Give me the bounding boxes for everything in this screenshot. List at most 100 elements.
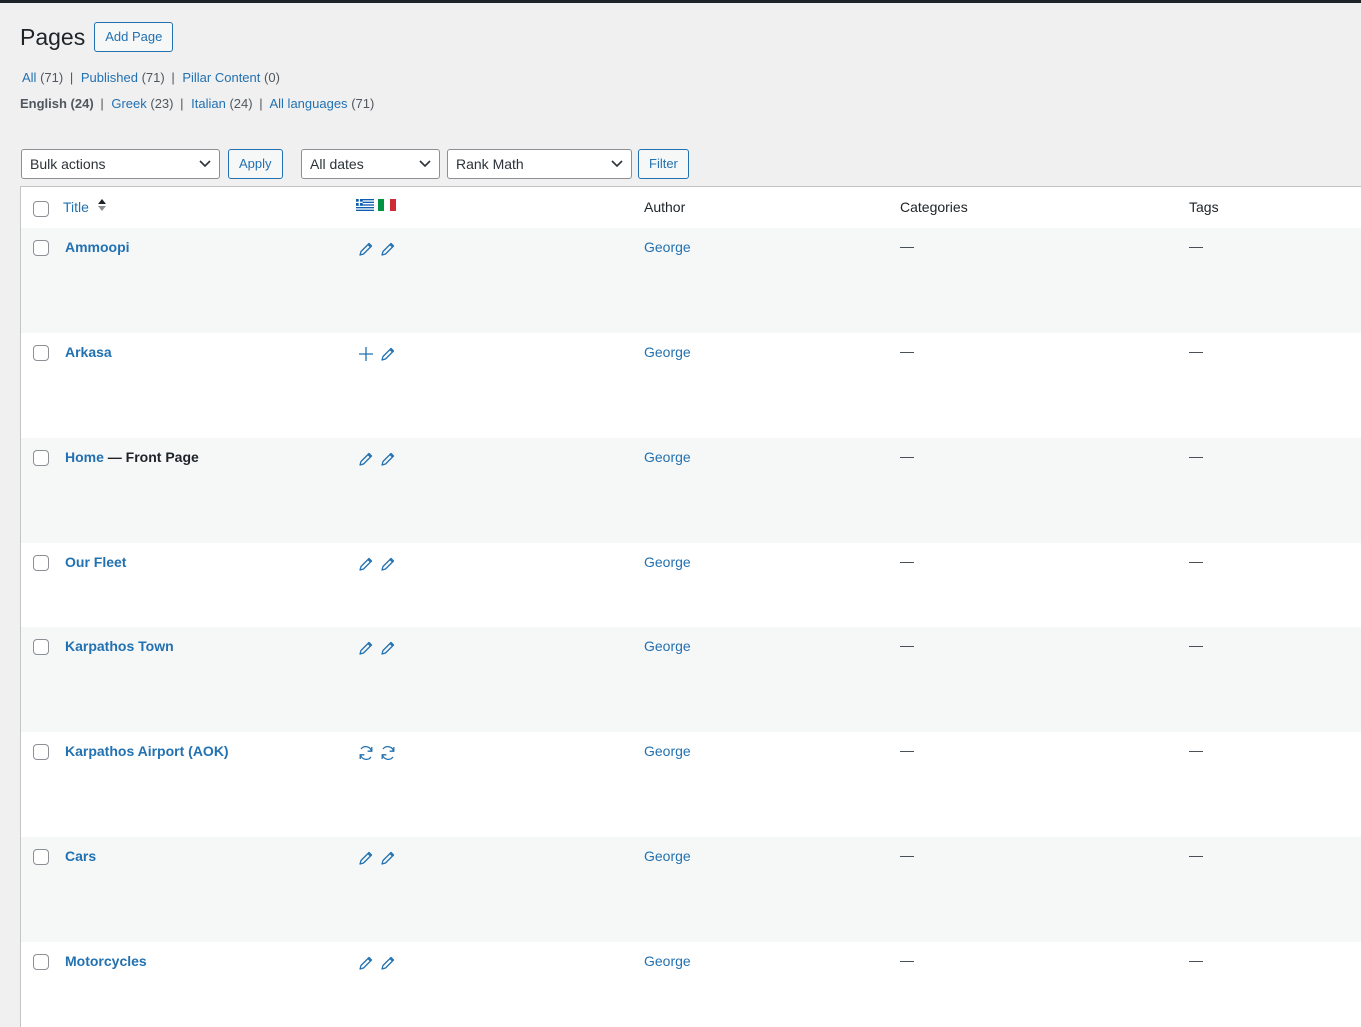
row-title: Cars <box>65 848 96 865</box>
row-author-link[interactable]: George <box>644 953 691 970</box>
row-title: Arkasa <box>65 344 112 361</box>
view-published[interactable]: Published <box>81 70 138 85</box>
greek-translation-pencil-icon[interactable] <box>358 955 374 971</box>
row-title-link[interactable]: Motorcycles <box>65 953 147 969</box>
table-row: Arkasa George — — <box>21 333 1361 438</box>
row-title: Ammoopi <box>65 239 130 256</box>
add-page-button[interactable]: Add Page <box>94 22 174 52</box>
greek-translation-pencil-icon[interactable] <box>358 640 374 656</box>
row-author-link[interactable]: George <box>644 554 691 571</box>
italian-flag-icon <box>378 199 396 211</box>
select-all-checkbox[interactable] <box>33 201 49 217</box>
separator: | <box>100 96 104 111</box>
lang-all-count: (71) <box>351 96 375 111</box>
row-tags: — <box>1189 343 1203 359</box>
separator: | <box>69 70 74 85</box>
row-tags: — <box>1189 553 1203 569</box>
row-tags: — <box>1189 847 1203 863</box>
view-all[interactable]: All <box>22 70 36 85</box>
italian-translation-sync-icon[interactable] <box>380 745 396 761</box>
greek-translation-sync-icon[interactable] <box>358 745 374 761</box>
column-tags: Tags <box>1189 199 1219 215</box>
row-checkbox[interactable] <box>33 555 49 571</box>
table-row: Motorcycles George — — <box>21 942 1361 1027</box>
table-row: Karpathos Airport (AOK) George — — <box>21 732 1361 837</box>
italian-translation-pencil-icon[interactable] <box>380 556 396 572</box>
page-title: Pages <box>20 24 86 50</box>
row-checkbox[interactable] <box>33 345 49 361</box>
row-title-link[interactable]: Karpathos Airport (AOK) <box>65 743 229 759</box>
row-author-link[interactable]: George <box>644 743 691 760</box>
greek-translation-pencil-icon[interactable] <box>358 451 374 467</box>
row-checkbox[interactable] <box>33 849 49 865</box>
row-title-link[interactable]: Ammoopi <box>65 239 130 255</box>
dates-select[interactable]: All dates <box>301 149 440 179</box>
italian-translation-pencil-icon[interactable] <box>380 640 396 656</box>
view-pillar-content[interactable]: Pillar Content <box>182 70 260 85</box>
row-title-link[interactable]: Cars <box>65 848 96 864</box>
row-title-link[interactable]: Our Fleet <box>65 554 126 570</box>
italian-translation-pencil-icon[interactable] <box>380 451 396 467</box>
greek-translation-pencil-icon[interactable] <box>358 556 374 572</box>
greek-translation-pencil-icon[interactable] <box>358 850 374 866</box>
greek-flag-icon <box>356 199 374 211</box>
row-checkbox[interactable] <box>33 450 49 466</box>
row-author-link[interactable]: George <box>644 449 691 466</box>
row-post-state: — Front Page <box>103 449 199 465</box>
row-author-link[interactable]: George <box>644 848 691 865</box>
row-title: Home — Front Page <box>65 449 199 466</box>
row-tags: — <box>1189 448 1203 464</box>
column-author: Author <box>644 199 686 215</box>
row-tags: — <box>1189 637 1203 653</box>
table-row: Karpathos Town George — — <box>21 627 1361 732</box>
chevron-down-icon <box>199 160 211 168</box>
filter-button[interactable]: Filter <box>638 149 689 179</box>
lang-italian[interactable]: Italian <box>191 96 226 111</box>
row-categories: — <box>900 343 914 359</box>
row-checkbox[interactable] <box>33 240 49 256</box>
view-published-count: (71) <box>141 70 165 85</box>
sort-icon[interactable] <box>97 197 107 213</box>
lang-all[interactable]: All languages <box>270 96 348 111</box>
row-tags: — <box>1189 952 1203 968</box>
greek-translation-plus-icon[interactable] <box>358 346 374 362</box>
table-row: Cars George — — <box>21 837 1361 942</box>
column-title[interactable]: Title <box>63 199 89 215</box>
chevron-down-icon <box>611 160 623 168</box>
row-tags: — <box>1189 238 1203 254</box>
row-categories: — <box>900 637 914 653</box>
row-title: Motorcycles <box>65 953 147 970</box>
seo-filter-select[interactable]: Rank Math <box>447 149 632 179</box>
row-author-link[interactable]: George <box>644 344 691 361</box>
italian-translation-pencil-icon[interactable] <box>380 241 396 257</box>
page-header: Pages Add Page <box>20 22 174 52</box>
row-author-link[interactable]: George <box>644 638 691 655</box>
italian-translation-pencil-icon[interactable] <box>380 955 396 971</box>
dates-value: All dates <box>310 156 364 172</box>
row-checkbox[interactable] <box>33 744 49 760</box>
row-categories: — <box>900 553 914 569</box>
table-row: Ammoopi George — — <box>21 228 1361 333</box>
view-all-count: (71) <box>40 70 64 85</box>
row-title-link[interactable]: Arkasa <box>65 344 112 360</box>
lang-greek[interactable]: Greek <box>111 96 146 111</box>
row-title-link[interactable]: Karpathos Town <box>65 638 174 654</box>
italian-translation-pencil-icon[interactable] <box>380 346 396 362</box>
row-categories: — <box>900 847 914 863</box>
seo-filter-value: Rank Math <box>456 156 524 172</box>
pages-table: Title Author Categories Tags Ammoopi Geo… <box>20 186 1361 1027</box>
column-categories: Categories <box>900 199 968 215</box>
row-checkbox[interactable] <box>33 954 49 970</box>
chevron-down-icon <box>419 160 431 168</box>
bulk-actions-select[interactable]: Bulk actions <box>21 149 220 179</box>
row-checkbox[interactable] <box>33 639 49 655</box>
row-title: Karpathos Town <box>65 638 174 655</box>
language-views: English (24) | Greek (23) | Italian (24)… <box>20 96 374 111</box>
row-title-link[interactable]: Home <box>65 449 104 465</box>
greek-translation-pencil-icon[interactable] <box>358 241 374 257</box>
row-author-link[interactable]: George <box>644 239 691 256</box>
apply-button[interactable]: Apply <box>228 149 283 179</box>
lang-greek-count: (23) <box>150 96 174 111</box>
italian-translation-pencil-icon[interactable] <box>380 850 396 866</box>
row-categories: — <box>900 448 914 464</box>
